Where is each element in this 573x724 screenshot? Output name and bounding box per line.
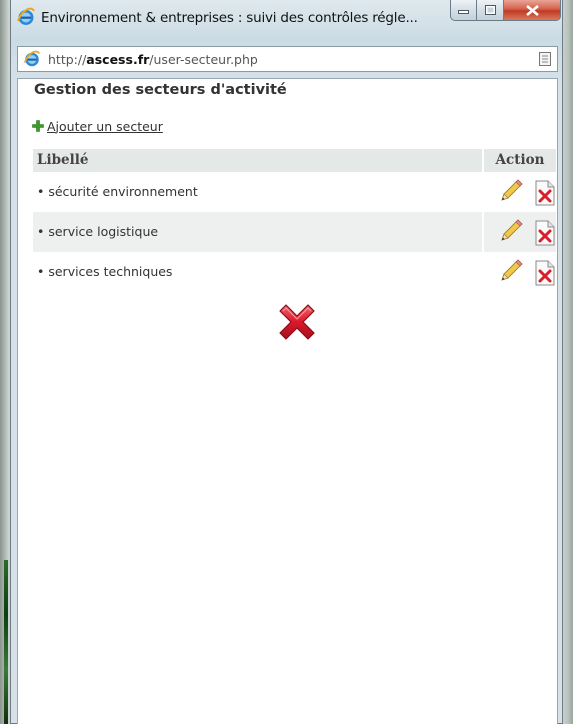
close-window-button[interactable]	[504, 0, 561, 21]
browser-popup-window: Environnement & entreprises : suivi des …	[10, 0, 563, 724]
close-x-icon[interactable]	[276, 301, 318, 343]
ie-icon	[17, 7, 35, 25]
sector-label: • services techniques	[37, 264, 173, 279]
column-header-action: Action	[482, 149, 556, 172]
page-icon[interactable]	[538, 51, 552, 67]
add-sector-link[interactable]: Ajouter un secteur	[32, 118, 163, 134]
table-row: • services techniques	[33, 252, 556, 292]
table-header: Libellé Action	[33, 149, 556, 172]
row-actions	[482, 252, 556, 292]
delete-file-icon[interactable]	[534, 260, 556, 286]
row-actions	[482, 212, 556, 252]
table-row: • service logistique	[33, 212, 556, 252]
maximize-icon	[484, 5, 496, 15]
title-bar[interactable]: Environnement & entreprises : suivi des …	[11, 0, 562, 38]
ie-icon	[23, 50, 41, 67]
window-controls	[450, 0, 561, 22]
table-row: • sécurité environnement	[33, 172, 556, 212]
minimize-icon	[458, 10, 469, 14]
pencil-icon[interactable]	[498, 218, 524, 244]
plus-icon	[32, 120, 44, 132]
sectors-table: Libellé Action • sécurité environnement	[33, 149, 556, 292]
page-title: Gestion des secteurs d'activité	[34, 82, 287, 98]
row-actions	[482, 172, 556, 212]
page-content: Gestion des secteurs d'activité Ajouter …	[17, 78, 558, 724]
background-stripe	[4, 560, 8, 724]
window-title: Environnement & entreprises : suivi des …	[41, 10, 418, 26]
url-prefix: http://	[48, 52, 87, 67]
maximize-button[interactable]	[477, 0, 504, 21]
address-url: http://ascess.fr/user-secteur.php	[48, 52, 258, 67]
url-path: /user-secteur.php	[149, 52, 258, 67]
url-domain: ascess.fr	[86, 52, 150, 67]
add-sector-link-text: Ajouter un secteur	[47, 118, 163, 134]
sector-label: • sécurité environnement	[37, 184, 198, 199]
pencil-icon[interactable]	[498, 178, 524, 204]
delete-file-icon[interactable]	[534, 220, 556, 246]
pencil-icon[interactable]	[498, 258, 524, 284]
sector-label: • service logistique	[37, 224, 159, 239]
column-header-label: Libellé	[37, 152, 89, 168]
close-icon	[525, 4, 539, 16]
minimize-button[interactable]	[450, 0, 477, 21]
delete-file-icon[interactable]	[534, 180, 556, 206]
address-bar[interactable]: http://ascess.fr/user-secteur.php	[17, 46, 558, 72]
